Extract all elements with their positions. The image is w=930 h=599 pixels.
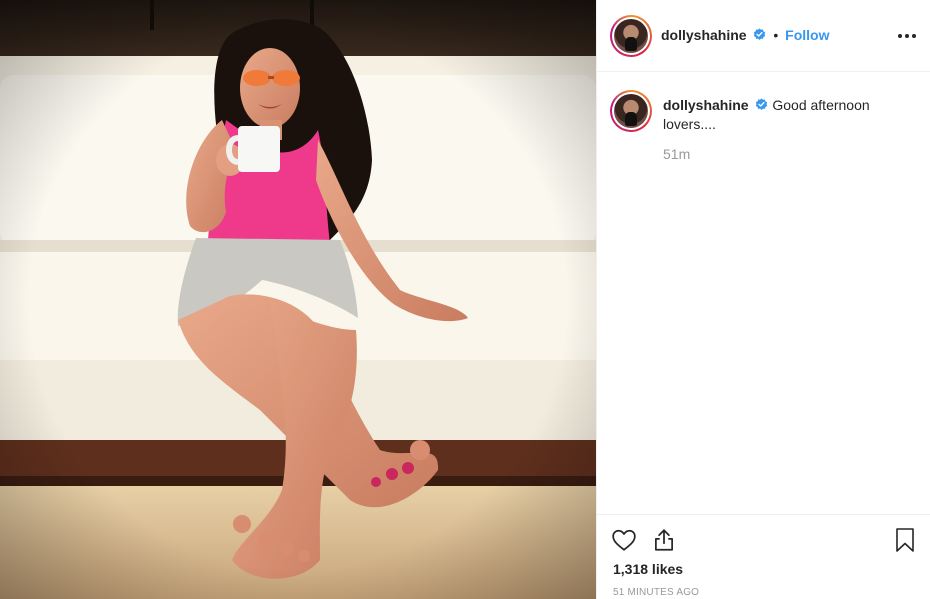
header-author-row: dollyshahine • Follow bbox=[661, 27, 829, 43]
author-avatar[interactable] bbox=[610, 15, 652, 57]
avatar-image bbox=[614, 19, 648, 53]
avatar-image bbox=[614, 94, 648, 128]
comment-author-username[interactable]: dollyshahine bbox=[663, 97, 749, 113]
post-actions-footer: 1,318 likes 51 MINUTES AGO bbox=[597, 514, 930, 599]
post-photo[interactable] bbox=[0, 0, 596, 599]
comment-body: dollyshahine Good afternoon lovers.... bbox=[663, 96, 893, 134]
post-header: dollyshahine • Follow bbox=[597, 0, 930, 72]
post-side-panel: dollyshahine • Follow dollyshahine Good … bbox=[596, 0, 930, 599]
share-icon[interactable] bbox=[651, 527, 677, 553]
post-photo-illustration bbox=[0, 0, 596, 599]
author-username[interactable]: dollyshahine bbox=[661, 27, 747, 43]
heart-icon[interactable] bbox=[611, 527, 637, 553]
likes-count[interactable]: 1,318 likes bbox=[613, 561, 683, 577]
verified-badge-icon bbox=[756, 98, 768, 110]
avatar-frame bbox=[612, 92, 650, 130]
bookmark-icon[interactable] bbox=[893, 527, 917, 553]
comment-author-avatar[interactable] bbox=[610, 90, 652, 132]
avatar-frame bbox=[612, 17, 650, 55]
post-timestamp[interactable]: 51 MINUTES AGO bbox=[613, 587, 699, 598]
header-separator: • bbox=[773, 27, 779, 43]
comment-timestamp[interactable]: 51m bbox=[663, 146, 690, 162]
more-options-icon[interactable] bbox=[897, 28, 917, 42]
follow-button[interactable]: Follow bbox=[785, 27, 829, 43]
verified-badge-icon bbox=[754, 28, 766, 40]
